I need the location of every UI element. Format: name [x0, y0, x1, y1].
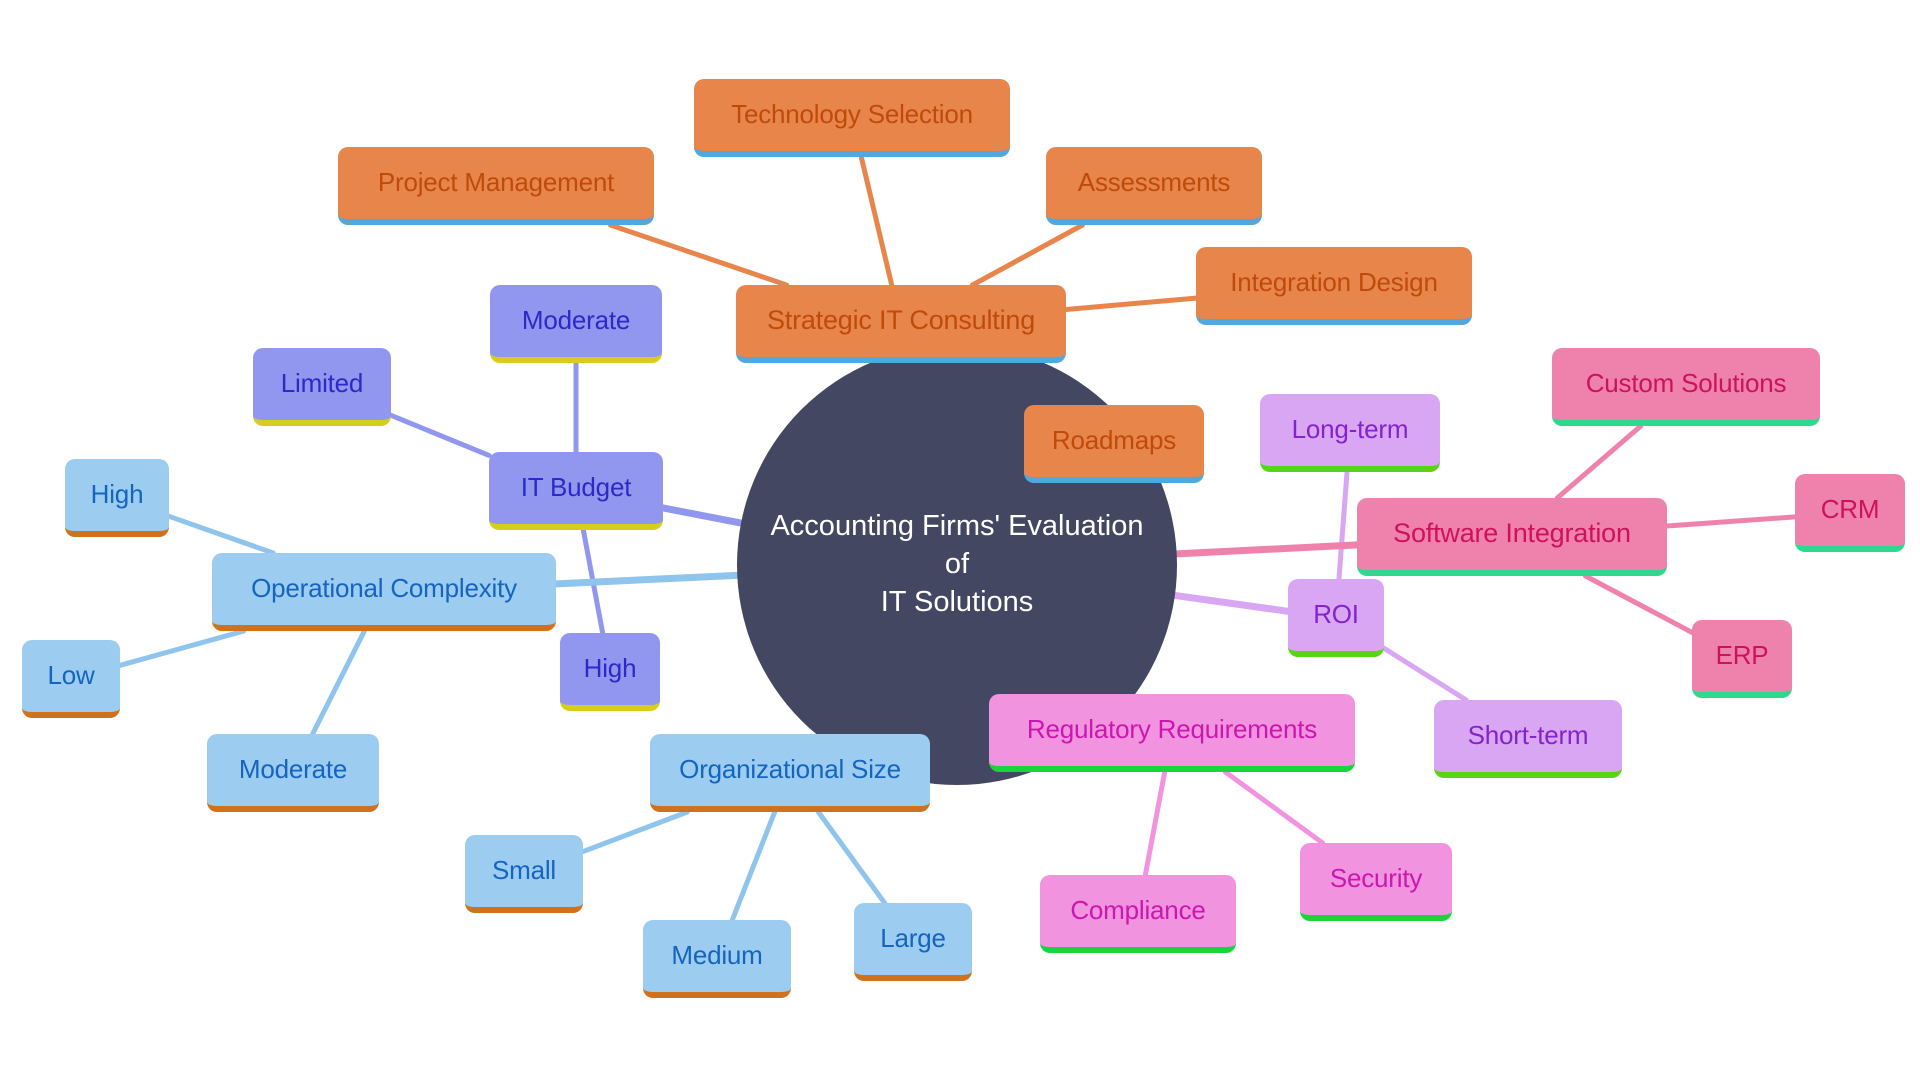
node-label-moderate-complexity: Moderate [238, 754, 348, 785]
node-high-complexity[interactable]: High [65, 459, 169, 537]
edge-it-budget-to-center [659, 504, 745, 527]
edge-organizational-size-to-small [580, 809, 690, 855]
node-label-integration-design: Integration Design [1230, 267, 1438, 298]
edge-strategic-consulting-to-tech-selection [858, 154, 895, 288]
edge-roi-to-center [1171, 591, 1292, 615]
node-label-long-term: Long-term [1291, 414, 1409, 445]
node-crm[interactable]: CRM [1795, 474, 1905, 552]
node-label-moderate-budget: Moderate [521, 305, 631, 336]
node-label-limited: Limited [280, 368, 364, 399]
node-strategic-consulting[interactable]: Strategic IT Consulting [736, 285, 1066, 363]
edge-software-integration-to-center [1173, 541, 1361, 558]
node-small[interactable]: Small [465, 835, 583, 913]
node-roadmaps[interactable]: Roadmaps [1024, 405, 1204, 483]
node-label-software-integration: Software Integration [1393, 518, 1631, 549]
node-compliance[interactable]: Compliance [1040, 875, 1236, 953]
node-operational-complexity[interactable]: Operational Complexity [212, 553, 556, 631]
node-label-project-management: Project Management [377, 167, 615, 198]
node-label-roadmaps: Roadmaps [1051, 425, 1177, 456]
node-label-assessments: Assessments [1077, 167, 1231, 198]
edge-organizational-size-to-medium [729, 809, 778, 923]
edge-strategic-consulting-to-project-management [607, 222, 790, 288]
node-long-term[interactable]: Long-term [1260, 394, 1440, 472]
edge-operational-complexity-to-moderate-complexity [310, 628, 367, 737]
node-label-low-complexity: Low [47, 660, 95, 691]
edge-regulatory-to-security [1222, 769, 1326, 846]
node-label-high-complexity: High [90, 479, 144, 510]
node-erp[interactable]: ERP [1692, 620, 1792, 698]
node-large[interactable]: Large [854, 903, 972, 981]
edge-it-budget-to-limited [388, 412, 492, 458]
edge-operational-complexity-to-high-complexity [166, 513, 276, 556]
edge-organizational-size-to-large [815, 809, 888, 906]
node-label-organizational-size: Organizational Size [679, 754, 901, 785]
edge-software-integration-to-crm [1664, 514, 1798, 529]
node-tech-selection[interactable]: Technology Selection [694, 79, 1010, 157]
edge-roi-to-short-term [1381, 645, 1469, 703]
node-integration-design[interactable]: Integration Design [1196, 247, 1472, 325]
edge-software-integration-to-custom-solutions [1554, 423, 1644, 501]
edge-operational-complexity-to-low-complexity [117, 628, 247, 668]
node-label-erp: ERP [1715, 640, 1769, 671]
node-project-management[interactable]: Project Management [338, 147, 654, 225]
node-label-high-budget: High [583, 653, 637, 684]
node-limited[interactable]: Limited [253, 348, 391, 426]
node-label-custom-solutions: Custom Solutions [1585, 368, 1787, 399]
node-label-short-term: Short-term [1467, 720, 1589, 751]
edge-strategic-consulting-to-assessments [970, 222, 1085, 288]
node-label-regulatory: Regulatory Requirements [1026, 714, 1318, 745]
edge-operational-complexity-to-center [552, 571, 741, 588]
node-label-operational-complexity: Operational Complexity [251, 573, 517, 604]
node-security[interactable]: Security [1300, 843, 1452, 921]
node-label-medium: Medium [671, 940, 763, 971]
node-moderate-budget[interactable]: Moderate [490, 285, 662, 363]
center-topic-label: Accounting Firms' Evaluation of IT Solut… [770, 510, 1144, 618]
node-label-compliance: Compliance [1070, 895, 1206, 926]
node-medium[interactable]: Medium [643, 920, 791, 998]
edge-strategic-consulting-to-integration-design [1063, 295, 1199, 313]
node-label-it-budget: IT Budget [520, 472, 632, 503]
node-high-budget[interactable]: High [560, 633, 660, 711]
edge-roi-to-long-term [1336, 469, 1350, 582]
node-regulatory[interactable]: Regulatory Requirements [989, 694, 1355, 772]
node-label-security: Security [1329, 863, 1423, 894]
node-label-strategic-consulting: Strategic IT Consulting [766, 305, 1036, 336]
node-moderate-complexity[interactable]: Moderate [207, 734, 379, 812]
node-organizational-size[interactable]: Organizational Size [650, 734, 930, 812]
node-label-small: Small [491, 855, 556, 886]
edge-software-integration-to-erp [1583, 573, 1695, 635]
edge-regulatory-to-compliance [1142, 769, 1168, 878]
edge-it-budget-to-high-budget [580, 527, 606, 636]
node-roi[interactable]: ROI [1288, 579, 1384, 657]
mindmap-canvas: Technology Selection Project Management As… [0, 0, 1920, 1080]
node-label-roi: ROI [1313, 599, 1359, 630]
node-assessments[interactable]: Assessments [1046, 147, 1262, 225]
node-software-integration[interactable]: Software Integration [1357, 498, 1667, 576]
node-it-budget[interactable]: IT Budget [489, 452, 663, 530]
node-label-crm: CRM [1820, 494, 1880, 525]
node-label-tech-selection: Technology Selection [731, 99, 973, 130]
node-low-complexity[interactable]: Low [22, 640, 120, 718]
node-custom-solutions[interactable]: Custom Solutions [1552, 348, 1820, 426]
node-short-term[interactable]: Short-term [1434, 700, 1622, 778]
node-label-large: Large [880, 923, 946, 954]
